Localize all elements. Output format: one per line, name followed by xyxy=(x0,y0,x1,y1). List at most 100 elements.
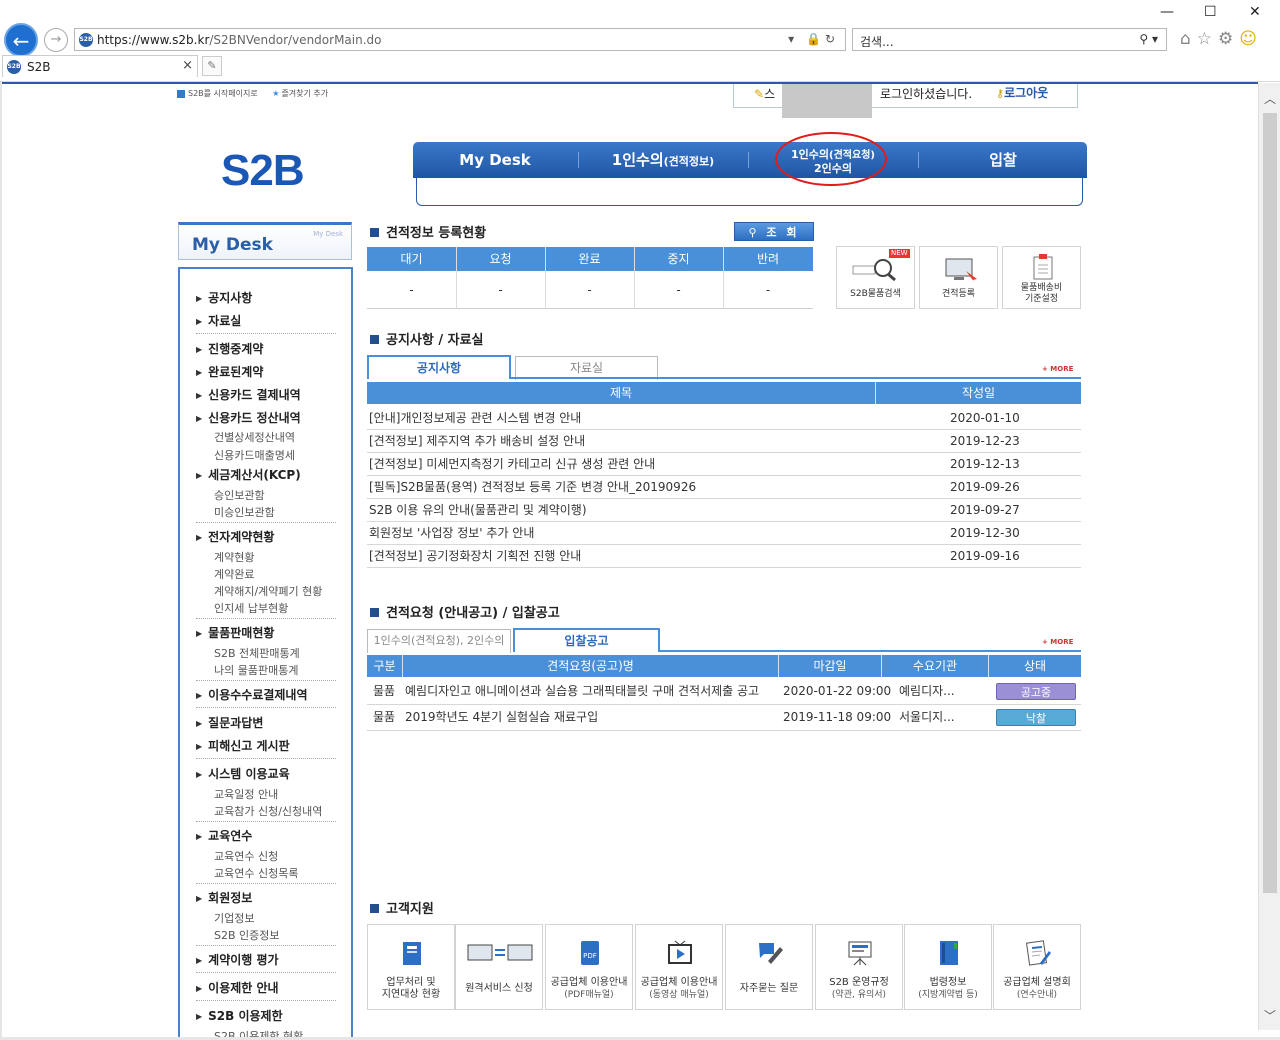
close-window-icon[interactable]: ✕ xyxy=(1249,4,1261,20)
value-rejected[interactable]: - xyxy=(723,271,813,309)
table-row[interactable]: 물품 예림디자인고 애니메이션과 실습용 그래픽태블릿 구매 견적서제출 공고 … xyxy=(367,679,1081,705)
back-arrow-icon[interactable]: ← xyxy=(4,23,38,57)
sidebar-item-training[interactable]: 교육연수 xyxy=(196,827,252,844)
sidebar-sub-company-info[interactable]: 기업정보 xyxy=(214,910,254,926)
nav-single-quote[interactable]: 1인수의(견적정보) xyxy=(579,142,747,178)
browser-search-input[interactable]: 검색... ⚲ ▾ xyxy=(852,28,1167,51)
sidebar-item-damage-report[interactable]: 피해신고 게시판 xyxy=(196,737,289,754)
notice-title[interactable]: [견적정보] 공기정화장치 기획전 진행 안내 xyxy=(369,545,889,568)
value-requested[interactable]: - xyxy=(456,271,545,309)
quick-shipping-cost[interactable]: 물품배송비 기준설정 xyxy=(1002,246,1081,309)
notice-title[interactable]: [견적정보] 제주지역 추가 배송비 설정 안내 xyxy=(369,430,889,453)
sidebar-item-card-settlement[interactable]: 신용카드 정산내역 xyxy=(196,409,301,426)
scroll-up-icon[interactable]: ︿ xyxy=(1264,90,1276,107)
sidebar-item-restriction-guide[interactable]: 이용제한 안내 xyxy=(196,979,278,996)
sidebar-sub-approved[interactable]: 승인보관함 xyxy=(214,487,265,503)
support-faq[interactable]: 자주묻는 질문 xyxy=(725,924,813,1010)
tab-quote-request[interactable]: 1인수의(견적요청), 2인수의 xyxy=(367,629,511,653)
sidebar-item-s2b-restriction[interactable]: S2B 이용제한 xyxy=(196,1007,282,1024)
s2b-logo[interactable]: S2B xyxy=(221,146,305,196)
quick-product-search[interactable]: NEW S2B물품검색 xyxy=(836,246,915,309)
tab-bid-notice[interactable]: 입찰공고 xyxy=(513,628,660,652)
sidebar-sub-edu-schedule[interactable]: 교육일정 안내 xyxy=(214,786,278,802)
sidebar-sub-contract-complete[interactable]: 계약완료 xyxy=(214,566,254,582)
logout-button[interactable]: ⚷로그아웃 xyxy=(996,84,1048,101)
sidebar-sub-training-list[interactable]: 교육연수 신청목록 xyxy=(214,865,298,881)
table-row[interactable]: 회원정보 '사업장 정보' 추가 안내 2019-12-30 xyxy=(367,522,1081,545)
table-row[interactable]: [필독]S2B물품(용역) 견적정보 등록 기준 변경 안내_20190926 … xyxy=(367,476,1081,499)
smiley-feedback-icon[interactable]: ☺ xyxy=(1239,29,1263,49)
scroll-down-icon[interactable]: ﹀ xyxy=(1264,1007,1276,1024)
notice-title[interactable]: [필독]S2B물품(용역) 견적정보 등록 기준 변경 안내_20190926 xyxy=(369,476,929,499)
forward-arrow-icon[interactable]: → xyxy=(44,28,68,52)
sidebar-sub-settlement-detail[interactable]: 건별상세정산내역 xyxy=(214,429,295,445)
sidebar-item-notice[interactable]: 공지사항 xyxy=(196,289,252,306)
vertical-scrollbar[interactable]: ︿ ﹀ xyxy=(1258,83,1280,1030)
sidebar-sub-contract-cancel[interactable]: 계약해지/계약폐기 현황 xyxy=(214,583,322,599)
maximize-icon[interactable]: ☐ xyxy=(1204,4,1217,20)
sidebar-item-ongoing-contract[interactable]: 진행중계약 xyxy=(196,340,263,357)
support-pdf-manual[interactable]: PDF 공급업체 이용안내 (PDF매뉴얼) xyxy=(545,924,633,1010)
gear-icon[interactable]: ⚙ xyxy=(1218,29,1239,49)
nav-my-desk[interactable]: My Desk xyxy=(413,142,577,178)
new-tab-icon[interactable]: ✎ xyxy=(202,56,222,76)
sidebar-item-system-education[interactable]: 시스템 이용교육 xyxy=(196,765,289,782)
support-law-info[interactable]: 법령정보 (지방계약법 등) xyxy=(904,924,992,1010)
dropdown-icon[interactable]: ▾ xyxy=(788,32,798,46)
lookup-button[interactable]: ⚲ 조 회 xyxy=(734,222,814,241)
sidebar-item-member-info[interactable]: 회원정보 xyxy=(196,889,252,906)
bid-name[interactable]: 예림디자인고 애니메이션과 실습용 그래픽태블릿 구매 견적서제출 공고 xyxy=(405,679,779,705)
minimize-icon[interactable]: — xyxy=(1160,4,1174,20)
scroll-thumb[interactable] xyxy=(1263,113,1277,893)
support-work-status[interactable]: 업무처리 및 지연대상 현황 xyxy=(367,924,455,1010)
address-bar[interactable]: S2B https://www.s2b.kr/S2BNVendor/vendor… xyxy=(74,28,846,51)
tab-notice[interactable]: 공지사항 xyxy=(367,355,511,379)
sidebar-item-tax-invoice[interactable]: 세금계산서(KCP) xyxy=(196,466,301,483)
home-icon[interactable]: ⌂ xyxy=(1180,29,1197,49)
sidebar-sub-unapproved[interactable]: 미승인보관함 xyxy=(214,504,275,520)
sidebar-item-e-contract[interactable]: 전자계약현황 xyxy=(196,528,274,545)
support-briefing[interactable]: 공급업체 설명회 (연수안내) xyxy=(993,924,1081,1010)
support-regulations[interactable]: S2B 운영규정 (약관, 유의서) xyxy=(815,924,903,1010)
sidebar-item-qna[interactable]: 질문과답변 xyxy=(196,714,263,731)
table-row[interactable]: 물품 2019학년도 4분기 실험실습 재료구입 2019-11-18 09:0… xyxy=(367,705,1081,731)
notice-more-link[interactable]: + MORE xyxy=(1042,365,1073,373)
favorites-star-icon[interactable]: ☆ xyxy=(1197,29,1218,49)
lock-icon[interactable]: 🔒 xyxy=(806,32,825,46)
table-row[interactable]: [견적정보] 미세먼지측정기 카테고리 신규 생성 관련 안내 2019-12-… xyxy=(367,453,1081,476)
close-tab-icon[interactable]: × xyxy=(182,58,193,73)
value-waiting[interactable]: - xyxy=(367,271,456,309)
sidebar-item-contract-evaluation[interactable]: 계약이행 평가 xyxy=(196,951,278,968)
browser-tab-s2b[interactable]: S2B S2B × xyxy=(2,55,198,77)
table-row[interactable]: [견적정보] 제주지역 추가 배송비 설정 안내 2019-12-23 xyxy=(367,430,1081,453)
sidebar-sub-training-apply[interactable]: 교육연수 신청 xyxy=(214,848,278,864)
notice-title[interactable]: [견적정보] 미세먼지측정기 카테고리 신규 생성 관련 안내 xyxy=(369,453,889,476)
support-remote-service[interactable]: 원격서비스 신청 xyxy=(455,924,543,1010)
notice-title[interactable]: [안내]개인정보제공 관련 시스템 변경 안내 xyxy=(369,407,889,430)
table-row[interactable]: [안내]개인정보제공 관련 시스템 변경 안내 2020-01-10 xyxy=(367,407,1081,430)
nav-bid[interactable]: 입찰 xyxy=(919,142,1087,178)
sidebar-sub-contract-status[interactable]: 계약현황 xyxy=(214,549,254,565)
add-favorite-link[interactable]: ★ 즐겨찾기 추가 xyxy=(272,89,328,98)
start-page-link[interactable]: S2B를 시작페이지로 xyxy=(177,89,258,98)
bid-more-link[interactable]: + MORE xyxy=(1042,638,1073,646)
sidebar-sub-card-sales[interactable]: 신용카드매출명세 xyxy=(214,447,295,463)
sidebar-sub-total-sales[interactable]: S2B 전체판매통계 xyxy=(214,645,300,661)
value-completed[interactable]: - xyxy=(545,271,634,309)
search-icon[interactable]: ⚲ ▾ xyxy=(1139,32,1158,46)
sidebar-sub-my-sales[interactable]: 나의 물품판매통계 xyxy=(214,662,298,678)
notice-title[interactable]: 회원정보 '사업장 정보' 추가 안내 xyxy=(369,522,889,545)
value-stopped[interactable]: - xyxy=(634,271,723,309)
table-row[interactable]: S2B 이용 유의 안내(물품관리 및 계약이행) 2019-09-27 xyxy=(367,499,1081,522)
sidebar-item-fee-payment[interactable]: 이용수수료결제내역 xyxy=(196,686,307,703)
sidebar-item-card-payment[interactable]: 신용카드 결제내역 xyxy=(196,386,301,403)
refresh-icon[interactable]: ↻ xyxy=(825,32,839,46)
sidebar-item-sales-status[interactable]: 물품판매현황 xyxy=(196,624,274,641)
sidebar-item-completed-contract[interactable]: 완료된계약 xyxy=(196,363,263,380)
sidebar-item-archive[interactable]: 자료실 xyxy=(196,312,241,329)
bid-name[interactable]: 2019학년도 4분기 실험실습 재료구입 xyxy=(405,705,779,731)
notice-title[interactable]: S2B 이용 유의 안내(물품관리 및 계약이행) xyxy=(369,499,889,522)
sidebar-sub-stamp-tax[interactable]: 인지세 납부현황 xyxy=(214,600,288,616)
sidebar-sub-cert-info[interactable]: S2B 인증정보 xyxy=(214,927,280,943)
support-video-manual[interactable]: 공급업체 이용안내 (동영상 매뉴얼) xyxy=(635,924,723,1010)
